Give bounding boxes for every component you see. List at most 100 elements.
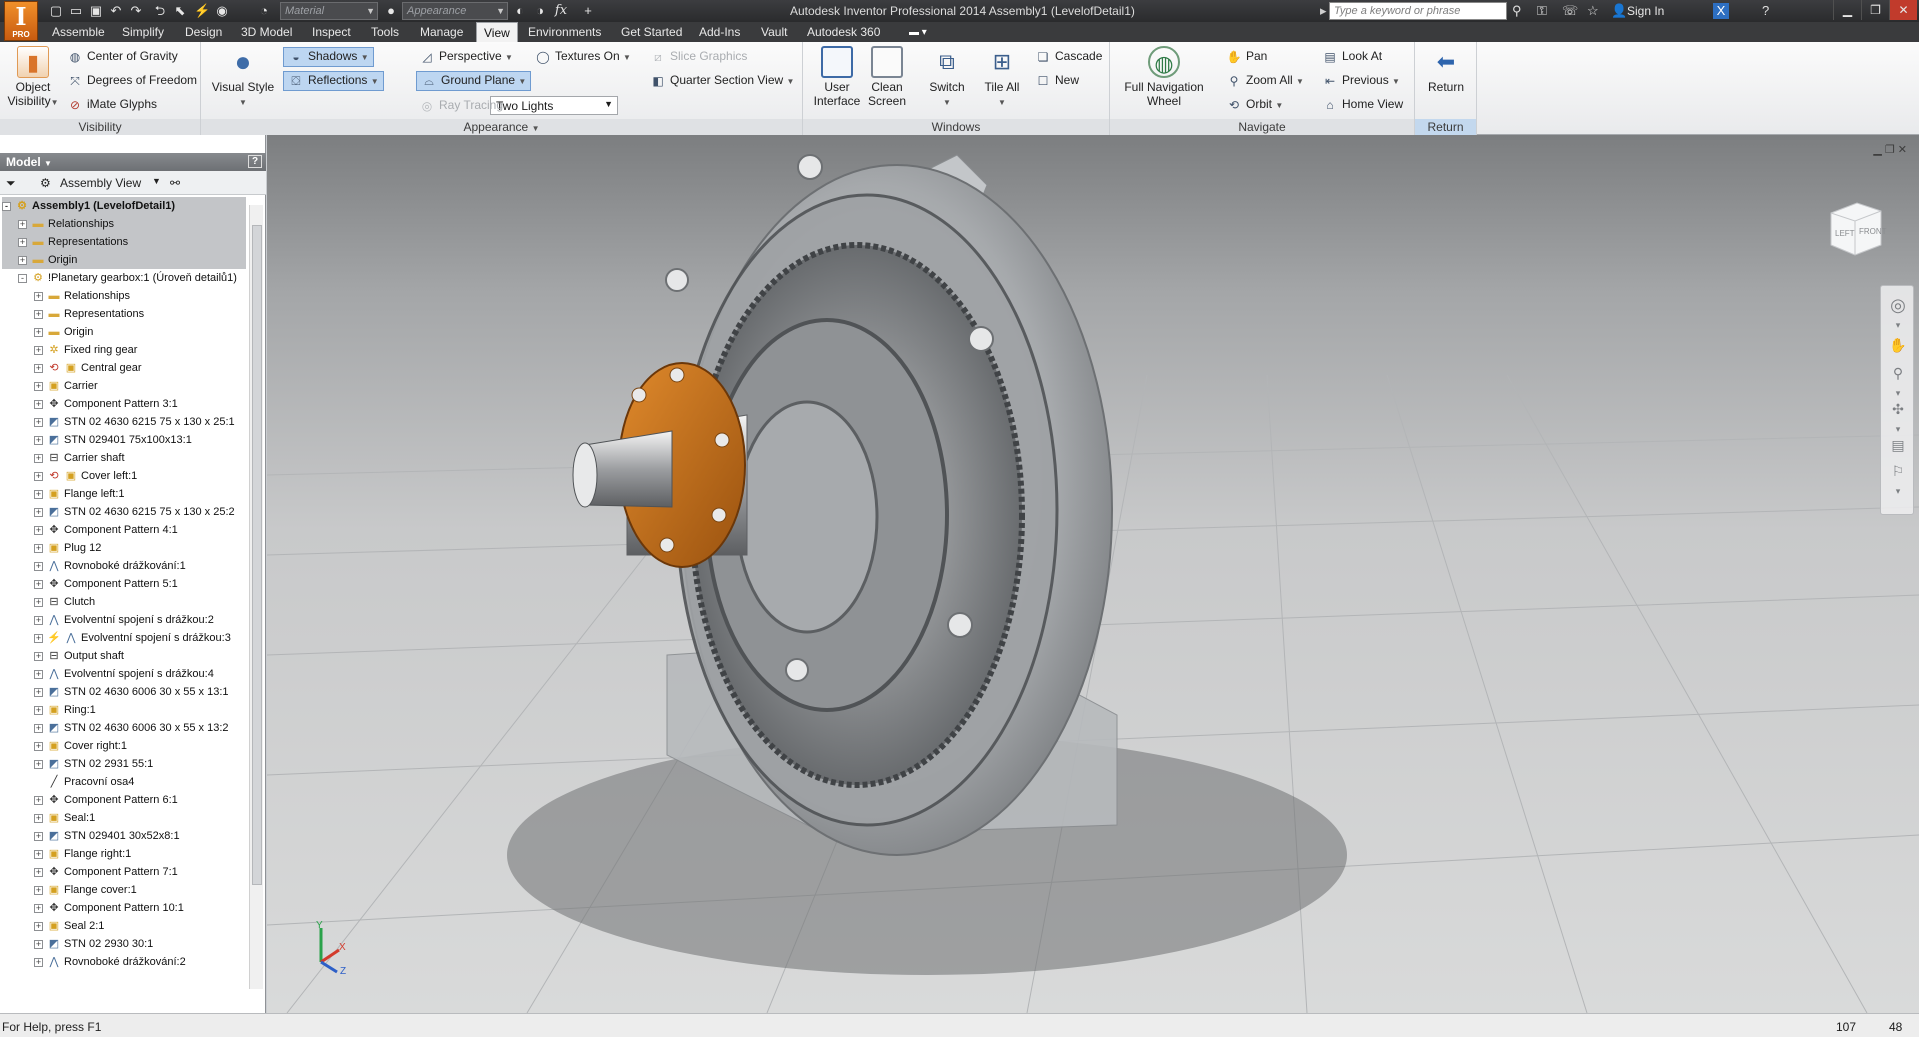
tree-expander-icon[interactable]: + [34, 939, 43, 949]
tree-item[interactable]: + ⊟ Output shaft [34, 647, 124, 665]
viewcube-front-face[interactable]: FRONT [1859, 227, 1887, 236]
sign-in-button[interactable]: Sign In [1627, 4, 1664, 18]
tree-expander-icon[interactable]: + [34, 417, 43, 427]
tree-expander-icon[interactable]: + [34, 453, 43, 463]
viewcube-left-face[interactable]: LEFT [1835, 229, 1855, 238]
reflections-button[interactable]: ⛋ Reflections ▼ [283, 71, 384, 92]
panel-title-appearance[interactable]: Appearance ▼ [201, 119, 802, 135]
tree-expander-icon[interactable]: + [34, 435, 43, 445]
save-icon[interactable]: ▣ [88, 3, 104, 19]
user-interface-button[interactable]: User Interface [811, 46, 863, 108]
tree-expander-icon[interactable]: + [34, 309, 43, 319]
filter-icon[interactable]: ⏷ [6, 176, 16, 191]
tab-simplify[interactable]: Simplify [122, 25, 164, 39]
visual-style-button[interactable]: ● Visual Style ▼ [211, 46, 275, 110]
tree-item[interactable]: + ✥ Component Pattern 7:1 [34, 863, 178, 881]
tree-item[interactable]: + ◩ STN 02 4630 6006 30 x 55 x 13:2 [34, 719, 229, 737]
update-icon[interactable]: ⚡ [194, 3, 210, 19]
tree-item[interactable]: + ◩ STN 02 4630 6215 75 x 130 x 25:2 [34, 503, 235, 521]
tree-item[interactable]: + ▣ Plug 12 [34, 539, 101, 557]
tab-add-ins[interactable]: Add-Ins [699, 25, 740, 39]
help-search-input[interactable]: Type a keyword or phrase [1329, 2, 1507, 20]
tree-item[interactable]: + ◩ STN 02 2930 30:1 [34, 935, 153, 953]
tab-assemble[interactable]: Assemble [52, 25, 105, 39]
tree-expander-icon[interactable]: + [34, 795, 43, 805]
undo-icon[interactable]: ↶ [108, 3, 124, 19]
tree-item[interactable]: + ▣ Seal 2:1 [34, 917, 104, 935]
tile-all-button[interactable]: ⊞ Tile All ▼ [979, 46, 1025, 110]
tree-expander-icon[interactable]: + [34, 723, 43, 733]
tree-item[interactable]: ╱ Pracovní osa4 [34, 773, 135, 791]
perspective-button[interactable]: ◿ Perspective ▼ [419, 49, 513, 65]
home-view-button[interactable]: ⌂ Home View [1322, 97, 1403, 113]
tree-expander-icon[interactable]: + [34, 471, 43, 481]
tree-expander-icon[interactable]: + [34, 651, 43, 661]
tree-item[interactable]: + ▬ Relationships [34, 287, 130, 305]
viewport-window-controls[interactable]: ▁ ❐ ✕ [1873, 143, 1907, 156]
tree-expander-icon[interactable]: + [18, 255, 27, 265]
browser-help-icon[interactable]: ? [248, 155, 262, 168]
tree-expander-icon[interactable]: - [18, 273, 27, 283]
communication-icon[interactable]: ☏ [1562, 3, 1578, 19]
slice-graphics-button[interactable]: ⧄ Slice Graphics [650, 49, 747, 65]
return-icon[interactable]: ⮌ [152, 3, 168, 19]
tree-item[interactable]: + ✥ Component Pattern 3:1 [34, 395, 178, 413]
tree-item[interactable]: + ▣ Cover right:1 [34, 737, 127, 755]
look-at-button[interactable]: ▤ Look At [1322, 49, 1382, 65]
tree-expander-icon[interactable]: + [34, 867, 43, 877]
restore-button[interactable]: ❐ [1861, 0, 1889, 20]
tree-item[interactable]: + ⋀ Evolventní spojení s drážkou:4 [34, 665, 214, 683]
tab-design[interactable]: Design [185, 25, 222, 39]
zoom-magnifier-icon[interactable]: ⚲ [1889, 364, 1907, 382]
tab-vault[interactable]: Vault [761, 25, 787, 39]
tree-expander-icon[interactable]: + [34, 363, 43, 373]
look-at-icon[interactable]: ▤ [1889, 436, 1907, 454]
appearance-sphere-icon[interactable]: ● [383, 3, 399, 19]
tree-item[interactable]: + ⟲ ▣ Cover left:1 [34, 467, 137, 485]
viewcube[interactable]: LEFT FRONT [1821, 195, 1887, 261]
tree-item[interactable]: + ⊟ Clutch [34, 593, 95, 611]
new-window-button[interactable]: ☐ New [1035, 73, 1079, 89]
zoom-all-button[interactable]: ⚲ Zoom All ▼ [1226, 73, 1304, 89]
material-combo[interactable]: Material ▼ [280, 2, 378, 20]
binoculars-icon[interactable]: ⚲ [1512, 3, 1522, 19]
tree-expander-icon[interactable]: + [34, 813, 43, 823]
full-navigation-wheel-button[interactable]: ◍ Full Navigation Wheel [1116, 46, 1212, 108]
tree-expander-icon[interactable]: + [34, 327, 43, 337]
find-binoculars-icon[interactable]: ⚯ [170, 176, 180, 190]
tree-item[interactable]: + ▣ Flange right:1 [34, 845, 131, 863]
tree-item[interactable]: + ▬ Origin [2, 251, 246, 269]
tree-item[interactable]: + ⟲ ▣ Central gear [34, 359, 142, 377]
tree-expander-icon[interactable]: + [34, 885, 43, 895]
clear-appearance-icon[interactable]: ◐ [512, 3, 528, 19]
chevron-down-icon[interactable]: ▼ [152, 176, 161, 186]
help-icon[interactable]: ? [1762, 3, 1769, 19]
color-wheel-icon[interactable]: ◉ [214, 3, 230, 19]
switch-button[interactable]: ⧉ Switch ▼ [923, 46, 971, 110]
tree-item[interactable]: + ▬ Relationships [2, 215, 246, 233]
appearance-combo[interactable]: Appearance ▼ [402, 2, 508, 20]
open-folder-icon[interactable]: ▭ [68, 3, 84, 19]
tab-view[interactable]: View [476, 22, 518, 42]
tab-3d-model[interactable]: 3D Model [241, 25, 292, 39]
application-menu-button[interactable]: I PRO [4, 1, 38, 41]
tree-expander-icon[interactable]: + [34, 381, 43, 391]
tab-environments[interactable]: Environments [528, 25, 601, 39]
tree-item[interactable]: - ⚙ Assembly1 (LevelofDetail1) [2, 197, 246, 215]
tree-expander-icon[interactable]: + [18, 219, 27, 229]
tree-item[interactable]: + ▬ Representations [34, 305, 144, 323]
tree-item[interactable]: + ⋀ Rovnoboké drážkování:1 [34, 557, 186, 575]
tree-item[interactable]: + ◩ STN 02 4630 6006 30 x 55 x 13:1 [34, 683, 229, 701]
tree-expander-icon[interactable]: + [34, 345, 43, 355]
tree-item[interactable]: + ◩ STN 029401 30x52x8:1 [34, 827, 180, 845]
ray-tracing-button[interactable]: ◎ Ray Tracing [419, 98, 503, 114]
pan-button[interactable]: ✋ Pan [1226, 49, 1268, 65]
tree-item[interactable]: - ⚙ !Planetary gearbox:1 (Úroveň detailů1) [18, 269, 237, 287]
ribbon-display-toggle-icon[interactable]: ▬ ▾ [909, 27, 941, 39]
tab-manage[interactable]: Manage [420, 25, 463, 39]
tree-expander-icon[interactable]: + [34, 849, 43, 859]
exchange-apps-icon[interactable]: X [1713, 3, 1729, 19]
degrees-of-freedom-button[interactable]: ⤧ Degrees of Freedom [67, 73, 197, 89]
browser-header[interactable]: Model ▼ ? [0, 153, 266, 171]
redo-icon[interactable]: ↷ [128, 3, 144, 19]
